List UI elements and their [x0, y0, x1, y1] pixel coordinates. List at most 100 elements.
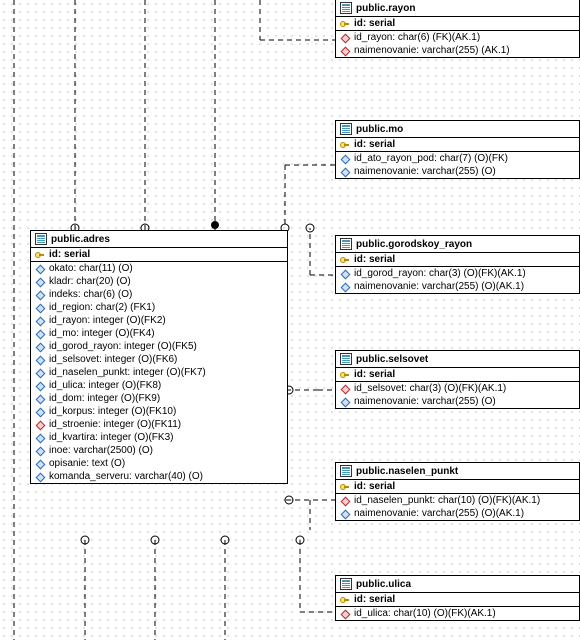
col-row: id_rayon: integer (O)(FK2) [31, 314, 287, 327]
key-icon [340, 370, 350, 380]
diamond-icon [35, 368, 45, 378]
diamond-icon [340, 397, 350, 407]
key-icon [340, 482, 350, 492]
col-label: naimenovanie: varchar(255) (O) [354, 396, 496, 407]
table-rayon[interactable]: public.rayon id: serial id_rayon: char(6… [335, 0, 580, 58]
diamond-icon [35, 342, 45, 352]
col-label: id_gorod_rayon: char(3) (O)(FK)(AK.1) [354, 268, 526, 279]
table-icon [340, 238, 352, 250]
diamond-icon [35, 446, 45, 456]
col-row: id_dom: integer (O)(FK9) [31, 392, 287, 405]
table-icon [340, 2, 352, 14]
table-ulica[interactable]: public.ulica id: serial id_ulica: char(1… [335, 575, 580, 621]
diamond-icon [340, 282, 350, 292]
col-row: naimenovanie: varchar(255) (O)(AK.1) [336, 280, 579, 293]
col-row: naimenovanie: varchar(255) (O)(AK.1) [336, 507, 579, 520]
table-naselen-punkt[interactable]: public.naselen_punkt id: serial id_nasel… [335, 462, 580, 521]
key-icon [340, 595, 350, 605]
col-label: id_stroenie: integer (O)(FK11) [49, 419, 181, 430]
diamond-icon [35, 303, 45, 313]
pk-label: id: serial [354, 139, 395, 150]
pk-row: id: serial [336, 480, 579, 493]
table-mo-title: public.mo [336, 121, 579, 138]
title-text: public.selsovet [356, 354, 428, 365]
pk-row: id: serial [31, 248, 287, 261]
diamond-icon [35, 316, 45, 326]
diamond-icon [340, 384, 350, 394]
pk-label: id: serial [354, 369, 395, 380]
diamond-icon [35, 355, 45, 365]
col-label: id_mo: integer (O)(FK4) [49, 328, 155, 339]
col-label: id_selsovet: char(3) (O)(FK)(AK.1) [354, 383, 506, 394]
col-label: indeks: char(6) (O) [49, 289, 132, 300]
col-label: naimenovanie: varchar(255) (O) [354, 166, 496, 177]
key-icon [340, 19, 350, 29]
table-rayon-title: public.rayon [336, 0, 579, 17]
key-icon [35, 250, 45, 260]
col-label: id_korpus: integer (O)(FK10) [49, 406, 176, 417]
col-row: id_mo: integer (O)(FK4) [31, 327, 287, 340]
diamond-icon [35, 433, 45, 443]
col-label: kladr: char(20) (O) [49, 276, 131, 287]
col-label: id_rayon: integer (O)(FK2) [49, 315, 166, 326]
table-gorodskoy-rayon[interactable]: public.gorodskoy_rayon id: serial id_gor… [335, 235, 580, 294]
col-row: id_korpus: integer (O)(FK10) [31, 405, 287, 418]
title-text: public.ulica [356, 579, 411, 590]
title: public.ulica [336, 576, 579, 593]
col-label: okato: char(11) (O) [49, 263, 133, 274]
table-mo[interactable]: public.mo id: serial id_ato_rayon_pod: c… [335, 120, 580, 179]
diamond-icon [35, 290, 45, 300]
table-icon [35, 233, 47, 245]
table-selsovet[interactable]: public.selsovet id: serial id_selsovet: … [335, 350, 580, 409]
title-text: public.naselen_punkt [356, 466, 458, 477]
diamond-icon [35, 264, 45, 274]
pk-label: id: serial [354, 18, 395, 29]
col-row: id_selsovet: char(3) (O)(FK)(AK.1) [336, 382, 579, 395]
col-label: naimenovanie: varchar(255) (O)(AK.1) [354, 508, 524, 519]
pk-row: id: serial [336, 138, 579, 151]
pk-label: id: serial [354, 594, 395, 605]
table-adres-title-text: public.adres [51, 234, 110, 245]
col-label: id_dom: integer (O)(FK9) [49, 393, 160, 404]
pk-label: id: serial [49, 249, 90, 260]
table-adres-title: public.adres [31, 231, 287, 248]
col-row: inoe: varchar(2500) (O) [31, 444, 287, 457]
col-label: id_rayon: char(6) (FK)(AK.1) [354, 32, 480, 43]
col-label: naimenovanie: varchar(255) (O)(AK.1) [354, 281, 524, 292]
col-row: okato: char(11) (O) [31, 262, 287, 275]
table-icon [340, 465, 352, 477]
diamond-icon [340, 46, 350, 56]
diamond-icon [340, 33, 350, 43]
col-row: id_selsovet: integer (O)(FK6) [31, 353, 287, 366]
table-icon [340, 123, 352, 135]
col-row: naimenovanie: varchar(255) (O) [336, 165, 579, 178]
diamond-icon [340, 509, 350, 519]
key-icon [340, 140, 350, 150]
diamond-icon [35, 381, 45, 391]
title-text: public.rayon [356, 3, 415, 14]
diamond-icon [35, 407, 45, 417]
title: public.gorodskoy_rayon [336, 236, 579, 253]
col-row: id_ato_rayon_pod: char(7) (O)(FK) [336, 152, 579, 165]
diamond-icon [340, 496, 350, 506]
pk-row: id: serial [336, 593, 579, 606]
pk-row: id: serial [336, 253, 579, 266]
diamond-icon [340, 269, 350, 279]
col-label: id_naselen_punkt: char(10) (O)(FK)(AK.1) [354, 495, 540, 506]
col-row: id_region: char(2) (FK1) [31, 301, 287, 314]
col-row: kladr: char(20) (O) [31, 275, 287, 288]
col-label: opisanie: text (O) [49, 458, 125, 469]
table-icon [340, 578, 352, 590]
diamond-icon [35, 459, 45, 469]
diamond-icon [340, 609, 350, 619]
pk-label: id: serial [354, 254, 395, 265]
col-row: id_gorod_rayon: char(3) (O)(FK)(AK.1) [336, 267, 579, 280]
col-row: id_ulica: integer (O)(FK8) [31, 379, 287, 392]
table-adres[interactable]: public.adres id: serial okato: char(11) … [30, 230, 288, 484]
diamond-icon [340, 154, 350, 164]
col-label: id_gorod_rayon: integer (O)(FK5) [49, 341, 197, 352]
pk-label: id: serial [354, 481, 395, 492]
diamond-icon [35, 394, 45, 404]
col-row: komanda_serveru: varchar(40) (O) [31, 470, 287, 483]
col-row: id_gorod_rayon: integer (O)(FK5) [31, 340, 287, 353]
